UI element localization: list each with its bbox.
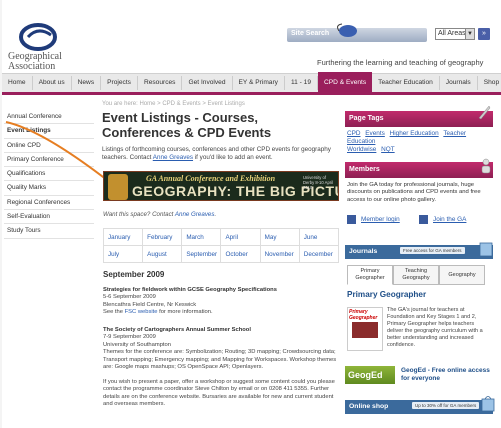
- intro-text: Listings of forthcoming courses, confere…: [102, 146, 331, 161]
- sidebar-item-regional-conferences[interactable]: Regional Conferences: [4, 196, 94, 211]
- join-icon: [419, 215, 428, 224]
- tab-geography[interactable]: Geography: [439, 265, 485, 285]
- banner-line1: GA Annual Conference and Exhibition: [146, 174, 276, 183]
- nav-ey-primary[interactable]: EY & Primary: [233, 76, 285, 90]
- geoged-logo[interactable]: GeogEd: [345, 366, 395, 384]
- want-space-text: Want this space? Contact Anne Greaves.: [103, 211, 217, 218]
- journal-cover-image: [352, 322, 378, 338]
- sidebar-item-self-evaluation[interactable]: Self-Evaluation: [4, 210, 94, 225]
- sidebar-item-quality-marks[interactable]: Quality Marks: [4, 181, 94, 196]
- annotation-arrow: [5, 121, 108, 181]
- nav-shop[interactable]: Shop: [478, 76, 501, 90]
- members-header: Members: [345, 162, 493, 178]
- journals-note: Free access for GA members: [400, 247, 465, 254]
- months-table: January February March April May June Ju…: [102, 228, 340, 263]
- month-link[interactable]: December: [298, 245, 340, 263]
- tag-link[interactable]: Events: [365, 130, 385, 137]
- login-icon: [347, 215, 356, 224]
- nav-get-involved[interactable]: Get Involved: [182, 76, 233, 90]
- logo-swirl-icon: [19, 23, 57, 51]
- sidebar-item-study-tours[interactable]: Study Tours: [4, 224, 94, 239]
- nav-resources[interactable]: Resources: [138, 76, 183, 90]
- sidebar-item-qualifications[interactable]: Qualifications: [4, 167, 94, 182]
- journal-icon: [479, 242, 493, 257]
- month-link[interactable]: April: [220, 228, 261, 246]
- event-title: The Society of Cartographers Annual Summ…: [103, 327, 251, 333]
- tab-primary-geographer[interactable]: Primary Geographer: [347, 265, 393, 285]
- page-title: Event Listings - Courses, Conferences & …: [102, 110, 272, 140]
- mouse-icon: [337, 23, 357, 37]
- tagline: Furthering the learning and teaching of …: [317, 58, 484, 67]
- event-title: Strategies for fieldwork within GCSE Geo…: [103, 287, 277, 293]
- search-go-button[interactable]: »: [478, 28, 490, 40]
- main-nav: Home About us News Projects Resources Ge…: [2, 72, 501, 95]
- tag-link[interactable]: NQT: [381, 146, 395, 153]
- search-scope-select[interactable]: All Areas ▼: [435, 28, 475, 40]
- breadcrumb[interactable]: You are here: Home > CPD & Events > Even…: [102, 101, 245, 107]
- tab-teaching-geography[interactable]: Teaching Geography: [393, 265, 439, 285]
- banner-photo: [108, 174, 128, 200]
- contact-link[interactable]: Anne Greaves: [153, 154, 193, 161]
- nav-home[interactable]: Home: [2, 76, 33, 90]
- nav-journals[interactable]: Journals: [440, 76, 478, 90]
- tag-link[interactable]: Higher Education: [390, 130, 439, 137]
- logo-line2: Association: [8, 61, 56, 72]
- month-link[interactable]: January: [102, 228, 144, 246]
- section-heading: September 2009: [103, 270, 165, 279]
- chevron-down-icon: ▼: [465, 29, 474, 39]
- nav-11-19[interactable]: 11 - 19: [285, 76, 319, 90]
- geoged-text[interactable]: GeogEd - Free online access for everyone: [401, 367, 493, 383]
- nav-cpd-events[interactable]: CPD & Events: [318, 72, 373, 94]
- tag-link[interactable]: CPD: [347, 130, 361, 137]
- banner-date: University of Derby 8-10 April 2010: [303, 175, 334, 190]
- site-search-label: Site Search: [291, 30, 330, 37]
- month-link[interactable]: November: [259, 245, 300, 263]
- nav-teacher-education[interactable]: Teacher Education: [372, 76, 440, 90]
- shop-note: Up to 30% off for GA members: [412, 402, 480, 409]
- journal-tabs: Primary Geographer Teaching Geography Ge…: [347, 265, 485, 285]
- fsc-link[interactable]: FSC website: [125, 309, 158, 315]
- tag-link[interactable]: Worldwise: [347, 146, 376, 153]
- person-icon: [481, 158, 491, 174]
- nav-projects[interactable]: Projects: [101, 76, 138, 90]
- nav-about-us[interactable]: About us: [33, 76, 72, 90]
- conference-banner[interactable]: GA Annual Conference and Exhibition GEOG…: [103, 171, 339, 201]
- month-link[interactable]: May: [259, 228, 300, 246]
- event-item: The Society of Cartographers Annual Summ…: [103, 327, 337, 408]
- month-link[interactable]: August: [142, 245, 183, 263]
- journal-cover[interactable]: Primary Geographer: [347, 307, 383, 351]
- primary-geographer-title[interactable]: Primary Geographer: [347, 290, 426, 299]
- month-link[interactable]: July: [102, 245, 144, 263]
- shopping-bag-icon: [481, 396, 495, 412]
- page-tags: CPD Events Higher Education Teacher Educ…: [347, 130, 487, 154]
- primary-geographer-description: The GA's journal for teachers at Foundat…: [387, 307, 483, 348]
- month-link[interactable]: June: [298, 228, 340, 246]
- month-link[interactable]: March: [181, 228, 222, 246]
- journal-cover-title: Primary Geographer: [349, 309, 378, 321]
- page: Geographical Association Site Search All…: [2, 0, 501, 428]
- search-scope-value: All Areas: [438, 30, 466, 37]
- ga-logo[interactable]: Geographical Association: [8, 22, 68, 78]
- event-item: Strategies for fieldwork within GCSE Geo…: [103, 287, 277, 316]
- join-ga-link[interactable]: Join the GA: [419, 215, 466, 224]
- pencil-icon: [478, 105, 491, 120]
- members-text: Join the GA today for professional journ…: [347, 182, 481, 203]
- page-tags-header: Page Tags: [345, 111, 493, 127]
- nav-news[interactable]: News: [72, 76, 102, 90]
- month-link[interactable]: September: [181, 245, 222, 263]
- member-login-link[interactable]: Member login: [347, 215, 400, 224]
- want-contact-link[interactable]: Anne Greaves: [175, 211, 215, 218]
- month-link[interactable]: February: [142, 228, 183, 246]
- main-content: Event Listings - Courses, Conferences & …: [102, 110, 338, 162]
- month-link[interactable]: October: [220, 245, 261, 263]
